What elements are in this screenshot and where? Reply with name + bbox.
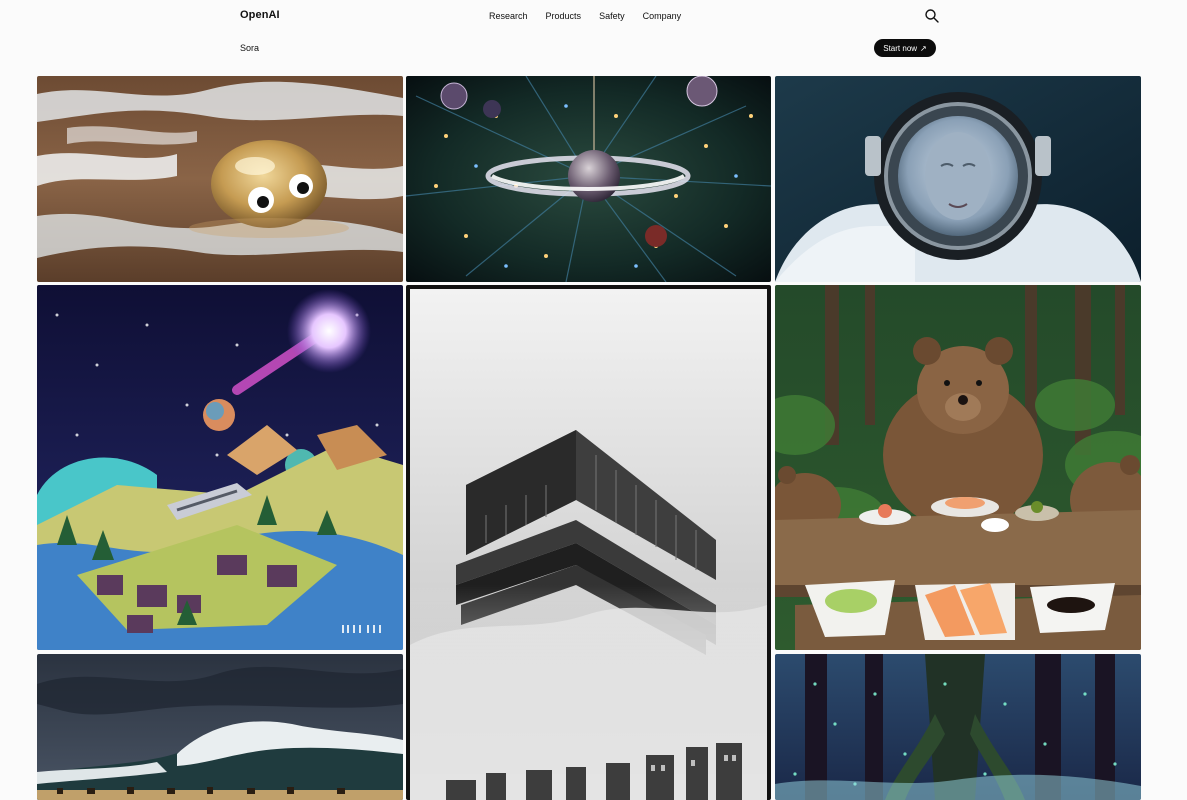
gallery-tile-wave[interactable] [37,654,403,800]
tile-image [37,76,403,282]
sub-navigation: Sora Start now ↗ [0,38,1187,60]
gallery-tile-papercraft[interactable] [37,285,403,650]
tile-image [37,285,403,650]
product-name[interactable]: Sora [240,43,259,53]
menu-item-company[interactable]: Company [643,11,682,21]
menu-item-products[interactable]: Products [546,11,582,21]
gallery-tile-forest[interactable] [775,654,1141,800]
start-now-label: Start now [883,43,918,53]
tile-image [775,654,1141,800]
tile-image [775,285,1141,650]
gallery-tile-bears[interactable] [775,285,1141,650]
brand-logo[interactable]: OpenAI [240,9,280,21]
search-icon[interactable] [924,8,940,24]
tile-image [406,76,771,282]
tile-image [37,654,403,800]
gallery-tile-astronaut[interactable] [775,76,1141,282]
tile-image [775,76,1141,282]
arrow-up-right-icon: ↗ [920,43,927,53]
gallery-tile-blob[interactable] [37,76,403,282]
gallery-tile-building[interactable] [406,285,771,800]
tile-image [406,285,771,800]
gallery-tile-ornament[interactable] [406,76,771,282]
menu-item-research[interactable]: Research [489,11,528,21]
main-menu: Research Products Safety Company [489,11,681,21]
menu-item-safety[interactable]: Safety [599,11,625,21]
top-navigation: OpenAI Research Products Safety Company [0,0,1187,34]
start-now-button[interactable]: Start now ↗ [874,39,936,57]
